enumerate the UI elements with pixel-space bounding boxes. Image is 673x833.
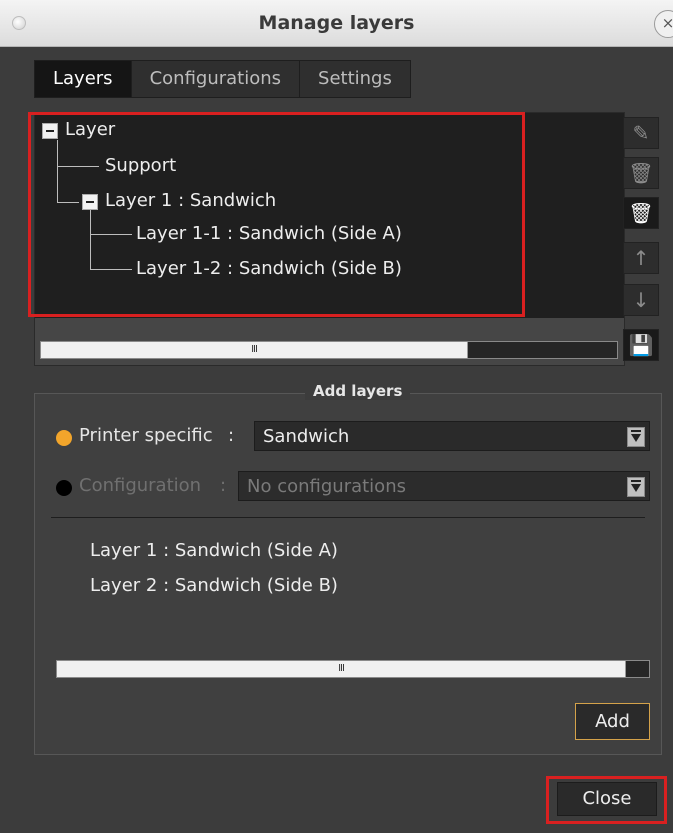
result-item: Layer 2 : Sandwich (Side B)	[90, 575, 338, 596]
layer-toolbar: ✎ 🗑 🗑 ↑ ↓ 💾	[623, 117, 660, 367]
tree-horizontal-scrollbar[interactable]: III	[40, 341, 618, 359]
configuration-value: No configurations	[247, 476, 406, 497]
results-horizontal-scrollbar[interactable]: III	[56, 660, 650, 678]
trash-icon[interactable]: 🗑	[623, 157, 659, 189]
chevron-down-icon[interactable]	[627, 477, 645, 497]
tab-settings[interactable]: Settings	[299, 60, 411, 98]
scrollbar-thumb[interactable]: III	[57, 661, 626, 677]
window-title: Manage layers	[258, 12, 415, 34]
close-button[interactable]: Close	[557, 782, 657, 816]
trash-list-icon[interactable]: 🗑	[623, 197, 659, 229]
configuration-radio[interactable]	[56, 480, 72, 496]
save-icon[interactable]: 💾	[623, 329, 659, 361]
result-item: Layer 1 : Sandwich (Side A)	[90, 540, 338, 561]
add-layers-legend: Add layers	[305, 382, 411, 400]
printer-specific-value: Sandwich	[263, 426, 350, 447]
add-button[interactable]: Add	[575, 703, 650, 740]
configuration-label[interactable]: Configuration	[79, 475, 201, 496]
chevron-down-icon[interactable]	[627, 427, 645, 447]
title-bar: Manage layers ×	[0, 0, 673, 47]
add-layers-panel: Add layers Printer specific : Sandwich C…	[34, 382, 662, 755]
configuration-separator: :	[220, 475, 227, 496]
printer-specific-label[interactable]: Printer specific	[79, 425, 213, 446]
edit-icon[interactable]: ✎	[623, 117, 659, 149]
panel-divider	[51, 517, 645, 518]
tab-layers[interactable]: Layers	[34, 60, 132, 98]
tree-highlight-box	[28, 112, 525, 317]
arrow-down-icon[interactable]: ↓	[623, 284, 659, 316]
configuration-dropdown[interactable]: No configurations	[238, 471, 650, 501]
scrollbar-thumb[interactable]: III	[41, 342, 468, 358]
printer-specific-separator: :	[228, 425, 235, 446]
tab-configurations[interactable]: Configurations	[130, 60, 301, 98]
arrow-up-icon[interactable]: ↑	[623, 242, 659, 274]
printer-specific-radio[interactable]	[56, 430, 72, 446]
printer-specific-dropdown[interactable]: Sandwich	[254, 421, 650, 451]
tab-bar: Layers Configurations Settings	[34, 60, 411, 98]
